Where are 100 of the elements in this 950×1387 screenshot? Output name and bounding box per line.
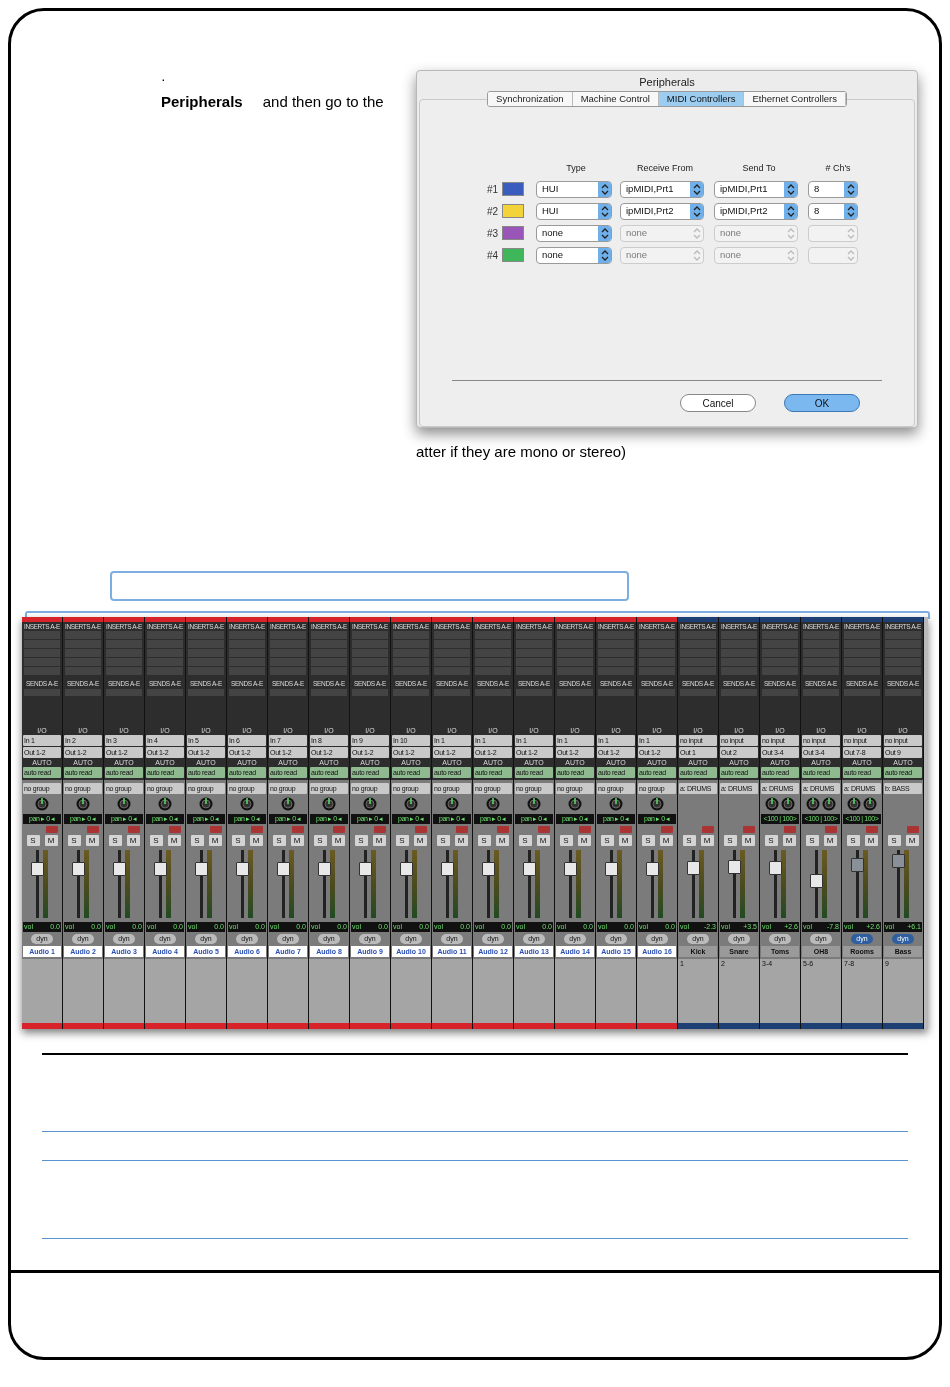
solo-button[interactable]: S [26, 835, 40, 846]
fader-thumb[interactable] [236, 861, 249, 876]
fader-thumb[interactable] [154, 861, 167, 876]
mute-button[interactable]: M [85, 835, 99, 846]
comments-field[interactable] [186, 959, 226, 1023]
fader-thumb[interactable] [892, 854, 905, 869]
record-button[interactable] [210, 826, 222, 833]
solo-button[interactable]: S [764, 835, 778, 846]
fader-thumb[interactable] [769, 860, 782, 875]
fader-thumb[interactable] [564, 861, 577, 876]
fader-thumb[interactable] [482, 861, 495, 876]
comments-field[interactable] [309, 959, 349, 1023]
record-button[interactable] [620, 826, 632, 833]
record-button[interactable] [661, 826, 673, 833]
mute-button[interactable]: M [208, 835, 222, 846]
comments-field[interactable] [391, 959, 431, 1023]
record-button[interactable] [415, 826, 427, 833]
fader-thumb[interactable] [277, 861, 290, 876]
fader-thumb[interactable] [687, 860, 700, 875]
solo-button[interactable]: S [518, 835, 532, 846]
dropdown[interactable]: ipMIDI,Prt1 [620, 180, 704, 198]
dropdown[interactable]: ipMIDI,Prt1 [714, 180, 798, 198]
fader-thumb[interactable] [441, 861, 454, 876]
mute-button[interactable]: M [905, 835, 919, 846]
record-button[interactable] [784, 826, 796, 833]
record-button[interactable] [743, 826, 755, 833]
solo-button[interactable]: S [190, 835, 204, 846]
comments-field[interactable] [596, 959, 636, 1023]
tab[interactable]: Machine Control [572, 92, 659, 106]
mute-button[interactable]: M [126, 835, 140, 846]
comments-field[interactable] [63, 959, 103, 1023]
fader-thumb[interactable] [195, 861, 208, 876]
fader-thumb[interactable] [400, 861, 413, 876]
record-button[interactable] [702, 826, 714, 833]
fader-thumb[interactable] [318, 861, 331, 876]
record-button[interactable] [497, 826, 509, 833]
mute-button[interactable]: M [659, 835, 673, 846]
record-button[interactable] [579, 826, 591, 833]
solo-button[interactable]: S [559, 835, 573, 846]
fader-thumb[interactable] [646, 861, 659, 876]
record-button[interactable] [169, 826, 181, 833]
solo-button[interactable]: S [723, 835, 737, 846]
mute-button[interactable]: M [413, 835, 427, 846]
solo-button[interactable]: S [887, 835, 901, 846]
fader-thumb[interactable] [605, 861, 618, 876]
mute-button[interactable]: M [495, 835, 509, 846]
mute-button[interactable]: M [741, 835, 755, 846]
dropdown[interactable]: 8 [808, 202, 858, 220]
mute-button[interactable]: M [700, 835, 714, 846]
color-swatch[interactable] [502, 204, 524, 218]
solo-button[interactable]: S [272, 835, 286, 846]
record-button[interactable] [87, 826, 99, 833]
mute-button[interactable]: M [249, 835, 263, 846]
solo-button[interactable]: S [231, 835, 245, 846]
mute-button[interactable]: M [618, 835, 632, 846]
comments-field[interactable] [22, 959, 62, 1023]
record-button[interactable] [128, 826, 140, 833]
fader-thumb[interactable] [31, 861, 44, 876]
comments-field[interactable] [227, 959, 267, 1023]
mute-button[interactable]: M [290, 835, 304, 846]
record-button[interactable] [333, 826, 345, 833]
solo-button[interactable]: S [354, 835, 368, 846]
comments-field[interactable] [432, 959, 472, 1023]
comments-field[interactable] [145, 959, 185, 1023]
record-button[interactable] [456, 826, 468, 833]
solo-button[interactable]: S [395, 835, 409, 846]
tab[interactable]: MIDI Controllers [658, 92, 745, 106]
record-button[interactable] [251, 826, 263, 833]
mute-button[interactable]: M [864, 835, 878, 846]
solo-button[interactable]: S [67, 835, 81, 846]
mute-button[interactable]: M [372, 835, 386, 846]
tab[interactable]: Ethernet Controllers [744, 92, 846, 106]
solo-button[interactable]: S [108, 835, 122, 846]
mute-button[interactable]: M [167, 835, 181, 846]
comments-field[interactable] [268, 959, 308, 1023]
mute-button[interactable]: M [577, 835, 591, 846]
record-button[interactable] [374, 826, 386, 833]
solo-button[interactable]: S [149, 835, 163, 846]
mute-button[interactable]: M [454, 835, 468, 846]
record-button[interactable] [292, 826, 304, 833]
solo-button[interactable]: S [641, 835, 655, 846]
solo-button[interactable]: S [313, 835, 327, 846]
comments-field[interactable] [473, 959, 513, 1023]
mute-button[interactable]: M [331, 835, 345, 846]
fader-thumb[interactable] [72, 861, 85, 876]
fader-thumb[interactable] [851, 858, 864, 873]
comments-field[interactable] [637, 959, 677, 1023]
mute-button[interactable]: M [44, 835, 58, 846]
comments-field[interactable] [104, 959, 144, 1023]
solo-button[interactable]: S [846, 835, 860, 846]
comments-field[interactable] [555, 959, 595, 1023]
mute-button[interactable]: M [782, 835, 796, 846]
fader-thumb[interactable] [810, 874, 823, 889]
dropdown[interactable]: HUI [536, 202, 612, 220]
comments-field[interactable] [350, 959, 390, 1023]
record-button[interactable] [825, 826, 837, 833]
solo-button[interactable]: S [682, 835, 696, 846]
dropdown[interactable]: ipMIDI,Prt2 [620, 202, 704, 220]
comments-field[interactable] [514, 959, 554, 1023]
record-button[interactable] [538, 826, 550, 833]
